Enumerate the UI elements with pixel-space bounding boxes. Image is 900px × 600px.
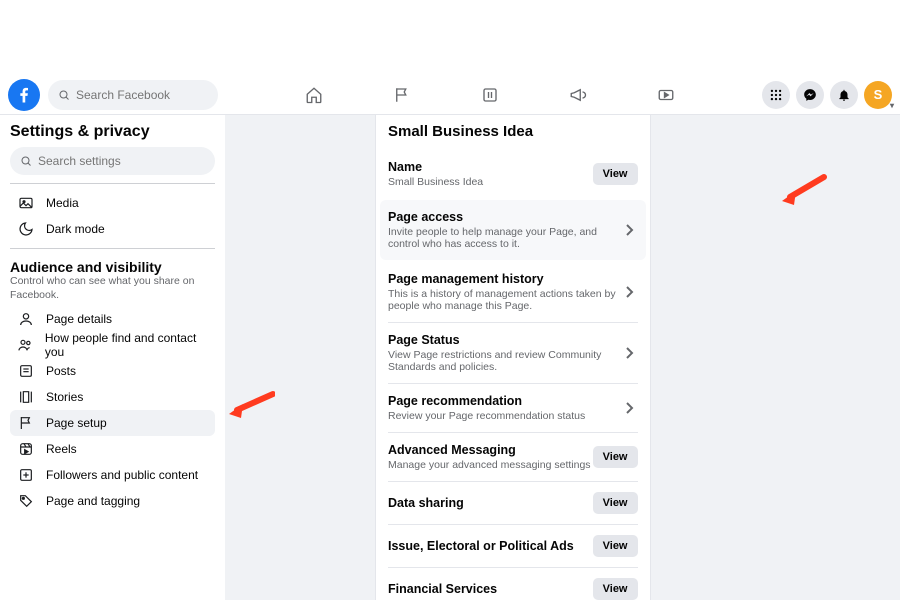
search-icon [58, 89, 70, 101]
settings-row: Name Small Business Idea View [388, 150, 638, 198]
row-subtitle: View Page restrictions and review Commun… [388, 349, 624, 373]
chevron-right-icon [624, 401, 638, 415]
sidebar-title: Settings & privacy [10, 123, 215, 141]
profile-icon [16, 311, 36, 327]
sidebar-item-stories[interactable]: Stories [10, 384, 215, 410]
moon-icon [16, 221, 36, 237]
chevron-right-icon [624, 223, 638, 237]
row-subtitle: Manage your advanced messaging settings [388, 459, 591, 471]
view-button[interactable]: View [593, 492, 638, 514]
sidebar-search-input[interactable] [38, 154, 205, 168]
settings-row[interactable]: Page recommendation Review your Page reco… [388, 383, 638, 432]
flag-icon[interactable] [393, 86, 411, 104]
facebook-logo[interactable] [8, 79, 40, 111]
sidebar-item-label: Reels [46, 442, 77, 456]
sidebar-item-dark-mode[interactable]: Dark mode [10, 216, 215, 242]
sidebar-item-label: Page and tagging [46, 494, 140, 508]
row-title: Data sharing [388, 496, 464, 510]
chevron-right-icon [624, 346, 638, 360]
bell-icon[interactable] [830, 81, 858, 109]
settings-row[interactable]: Page access Invite people to help manage … [380, 200, 646, 260]
group-title: Audience and visibility [10, 259, 215, 275]
row-title: Page Status [388, 333, 624, 347]
view-button[interactable]: View [593, 163, 638, 185]
divider [10, 248, 215, 249]
sidebar-item-label: Followers and public content [46, 468, 198, 482]
row-subtitle: Review your Page recommendation status [388, 410, 585, 422]
settings-row: Issue, Electoral or Political Ads View [388, 524, 638, 567]
settings-row[interactable]: Page management history This is a history… [388, 262, 638, 322]
chevron-right-icon [624, 285, 638, 299]
view-button[interactable]: View [593, 535, 638, 557]
row-title: Issue, Electoral or Political Ads [388, 539, 574, 553]
gap-column [225, 115, 375, 600]
search-icon [20, 155, 32, 167]
tag-icon [16, 493, 36, 509]
sidebar-item-posts[interactable]: Posts [10, 358, 215, 384]
right-nav: S [762, 81, 892, 109]
right-column [651, 115, 900, 600]
menu-grid-icon[interactable] [762, 81, 790, 109]
sidebar-item-followers[interactable]: Followers and public content [10, 462, 215, 488]
people-icon [16, 337, 35, 353]
sidebar-item-media[interactable]: Media [10, 190, 215, 216]
reels-icon [16, 441, 36, 457]
ad-center-icon[interactable] [481, 86, 499, 104]
settings-row: Data sharing View [388, 481, 638, 524]
sidebar-item-label: How people find and contact you [45, 331, 209, 359]
posts-icon [16, 363, 36, 379]
row-title: Financial Services [388, 582, 497, 596]
row-subtitle: This is a history of management actions … [388, 288, 624, 312]
row-title: Page access [388, 210, 624, 224]
settings-row: Advanced Messaging Manage your advanced m… [388, 432, 638, 481]
sidebar-search[interactable] [10, 147, 215, 175]
sidebar-item-how-people-find[interactable]: How people find and contact you [10, 332, 215, 358]
messenger-icon[interactable] [796, 81, 824, 109]
sidebar-item-page-setup[interactable]: Page setup [10, 410, 215, 436]
view-button[interactable]: View [593, 446, 638, 468]
sidebar-item-reels[interactable]: Reels [10, 436, 215, 462]
center-nav [218, 86, 762, 104]
stories-icon [16, 389, 36, 405]
sidebar: Settings & privacy Media Dark mode Audie… [0, 115, 225, 600]
row-title: Name [388, 160, 483, 174]
top-header: S [0, 75, 900, 115]
media-icon [16, 195, 36, 211]
sidebar-item-page-tagging[interactable]: Page and tagging [10, 488, 215, 514]
sidebar-item-label: Media [46, 196, 79, 210]
followers-icon [16, 467, 36, 483]
divider [10, 183, 215, 184]
sidebar-item-label: Dark mode [46, 222, 105, 236]
row-title: Page management history [388, 272, 624, 286]
sidebar-item-label: Page details [46, 312, 112, 326]
megaphone-icon[interactable] [569, 86, 587, 104]
sidebar-item-label: Page setup [46, 416, 107, 430]
panel-title: Small Business Idea [388, 123, 638, 140]
row-title: Advanced Messaging [388, 443, 591, 457]
sidebar-item-label: Stories [46, 390, 83, 404]
settings-row[interactable]: Page Status View Page restrictions and re… [388, 322, 638, 383]
row-subtitle: Invite people to help manage your Page, … [388, 226, 624, 250]
view-button[interactable]: View [593, 578, 638, 600]
search-input[interactable] [76, 88, 208, 102]
header-search[interactable] [48, 80, 218, 110]
home-icon[interactable] [305, 86, 323, 104]
row-title: Page recommendation [388, 394, 585, 408]
video-icon[interactable] [657, 86, 675, 104]
settings-panel: Small Business Idea Name Small Business I… [375, 115, 651, 600]
sidebar-item-page-details[interactable]: Page details [10, 306, 215, 332]
group-subtitle: Control who can see what you share on Fa… [10, 275, 215, 302]
row-subtitle: Small Business Idea [388, 176, 483, 188]
avatar[interactable]: S [864, 81, 892, 109]
sidebar-item-label: Posts [46, 364, 76, 378]
flag-icon [16, 415, 36, 431]
group-header: Audience and visibility Control who can … [10, 259, 215, 302]
settings-row: Financial Services View [388, 567, 638, 600]
